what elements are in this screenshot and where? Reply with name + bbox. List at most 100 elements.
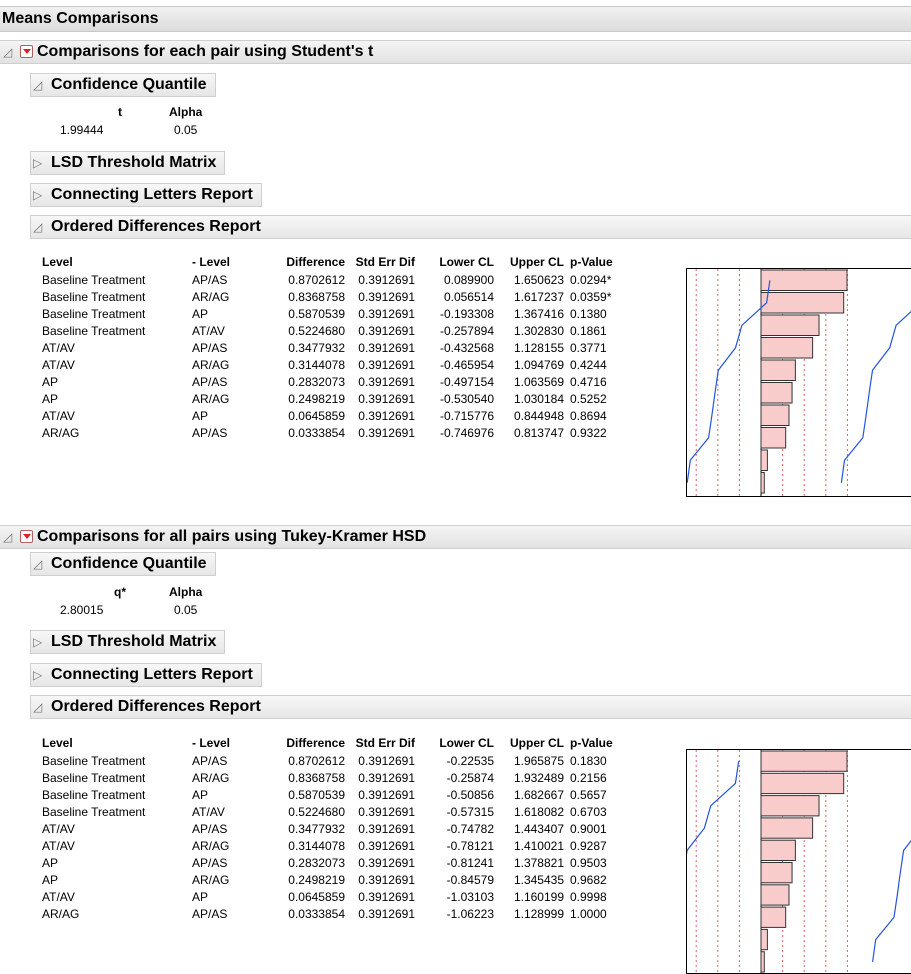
cell-std-err-dif: 0.3912691: [358, 770, 415, 785]
lsd-threshold-matrix-header[interactable]: ▷ LSD Threshold Matrix: [30, 630, 226, 654]
connecting-letters-title: Connecting Letters Report: [51, 186, 253, 203]
ordered-differences-header[interactable]: ◿ Ordered Differences Report: [30, 695, 911, 719]
table-row: AT/AV AP/AS 0.3477932 0.3912691 -0.432568 1.1…: [42, 339, 632, 356]
cell-upper-cl: 1.367416: [513, 306, 564, 321]
column-header-minus-level[interactable]: - Level: [192, 733, 259, 752]
difference-bar: [760, 839, 796, 861]
cell-lower-cl: -0.25874: [446, 770, 494, 785]
red-triangle-menu-icon[interactable]: [20, 530, 33, 543]
difference-bar: [760, 359, 796, 381]
cell-difference: 0.2832073: [288, 374, 345, 389]
expand-triangle-icon[interactable]: ▷: [33, 152, 42, 174]
cell-std-err-dif: 0.3912691: [358, 374, 415, 389]
column-header-lower-cl[interactable]: Lower CL: [415, 733, 494, 752]
cell-level: AT/AV: [42, 340, 75, 355]
confidence-quantile-title: Confidence Quantile: [51, 76, 207, 93]
cell-level: Baseline Treatment: [42, 272, 146, 287]
confidence-quantile-header[interactable]: ◿ Confidence Quantile: [30, 552, 216, 576]
red-triangle-menu-icon[interactable]: [20, 45, 33, 58]
cell-level: AP: [42, 391, 59, 406]
expand-triangle-icon[interactable]: ▷: [33, 631, 42, 653]
cell-lower-cl: -0.746976: [439, 425, 494, 440]
table-row: AP AP/AS 0.2832073 0.3912691 -0.497154 1.0635…: [42, 373, 632, 390]
cell-std-err-dif: 0.3912691: [358, 323, 415, 338]
cell-level: Baseline Treatment: [42, 787, 146, 802]
column-header-level[interactable]: Level: [42, 252, 192, 271]
column-header-std-err-dif[interactable]: Std Err Dif: [345, 252, 415, 271]
connecting-letters-header[interactable]: ▷ Connecting Letters Report: [30, 183, 262, 207]
column-header-difference[interactable]: Difference: [259, 252, 345, 271]
means-comparisons-title: Means Comparisons: [0, 6, 911, 32]
expand-triangle-icon[interactable]: ▷: [33, 184, 42, 206]
cell-upper-cl: 1.345435: [513, 872, 564, 887]
column-header-std-err-dif[interactable]: Std Err Dif: [345, 733, 415, 752]
collapse-triangle-icon[interactable]: ◿: [3, 41, 12, 63]
table-row: AP AR/AG 0.2498219 0.3912691 -0.530540 1.0301…: [42, 390, 632, 407]
ordered-differences-table: Level - Level Difference Std Err Dif Lower C…: [42, 252, 632, 441]
collapse-triangle-icon[interactable]: ◿: [33, 216, 42, 238]
column-header-lower-cl[interactable]: Lower CL: [415, 252, 494, 271]
cell-level: AR/AG: [42, 425, 80, 440]
lsd-threshold-matrix-header[interactable]: ▷ LSD Threshold Matrix: [30, 151, 226, 175]
cq-value-stat: 2.80015: [60, 603, 104, 617]
collapse-triangle-icon[interactable]: ◿: [33, 553, 42, 575]
cell-difference: 0.8368758: [288, 289, 345, 304]
cell-std-err-dif: 0.3912691: [358, 804, 415, 819]
expand-triangle-icon[interactable]: ▷: [33, 664, 42, 686]
cell-lower-cl: -0.530540: [439, 391, 494, 406]
cell-minus-level: AR/AG: [192, 872, 230, 887]
column-header-minus-level[interactable]: - Level: [192, 252, 259, 271]
cell-minus-level: AT/AV: [192, 804, 225, 819]
cell-std-err-dif: 0.3912691: [358, 391, 415, 406]
cell-p-value: 0.0359*: [570, 289, 612, 304]
section-student-t-header[interactable]: ◿ Comparisons for each pair using Studen…: [0, 40, 911, 64]
cell-lower-cl: -0.465954: [439, 357, 494, 372]
cell-level: AT/AV: [42, 821, 75, 836]
cell-std-err-dif: 0.3912691: [358, 855, 415, 870]
cell-upper-cl: 1.443407: [513, 821, 564, 836]
section-tukey-header[interactable]: ◿ Comparisons for all pairs using Tukey-…: [0, 525, 911, 549]
confidence-quantile-table: q* Alpha 2.80015 0.05: [0, 585, 300, 621]
cell-minus-level: AP/AS: [192, 906, 228, 921]
cell-p-value: 0.9001: [570, 821, 607, 836]
collapse-triangle-icon[interactable]: ◿: [3, 526, 12, 548]
collapse-triangle-icon[interactable]: ◿: [33, 696, 42, 718]
table-row: Baseline Treatment AR/AG 0.8368758 0.391269…: [42, 769, 632, 786]
table-row: AT/AV AP 0.0645859 0.3912691 -0.715776 0.8449…: [42, 407, 632, 424]
cell-std-err-dif: 0.3912691: [358, 357, 415, 372]
cell-upper-cl: 1.618082: [513, 804, 564, 819]
lsd-threshold-title: LSD Threshold Matrix: [51, 633, 217, 650]
cell-difference: 0.0645859: [288, 408, 345, 423]
cell-difference: 0.3144078: [288, 838, 345, 853]
table-row: Baseline Treatment AP 0.5870539 0.3912691 -0…: [42, 786, 632, 803]
table-row: Baseline Treatment AR/AG 0.8368758 0.391269…: [42, 288, 632, 305]
column-header-upper-cl[interactable]: Upper CL: [494, 733, 564, 752]
cell-level: Baseline Treatment: [42, 323, 146, 338]
collapse-triangle-icon[interactable]: ◿: [33, 74, 42, 96]
table-row: AR/AG AP/AS 0.0333854 0.3912691 -0.746976 0.8…: [42, 424, 632, 441]
connecting-letters-header[interactable]: ▷ Connecting Letters Report: [30, 663, 262, 687]
cell-level: Baseline Treatment: [42, 770, 146, 785]
column-header-level[interactable]: Level: [42, 733, 192, 752]
difference-bar: [760, 449, 768, 471]
cell-difference: 0.3477932: [288, 821, 345, 836]
cell-level: AR/AG: [42, 906, 80, 921]
cell-difference: 0.5870539: [288, 787, 345, 802]
cell-minus-level: AR/AG: [192, 770, 230, 785]
cell-lower-cl: -0.74782: [446, 821, 494, 836]
cell-difference: 0.2498219: [288, 872, 345, 887]
cell-p-value: 0.1861: [570, 323, 607, 338]
confidence-quantile-header[interactable]: ◿ Confidence Quantile: [30, 73, 216, 97]
column-header-p-value[interactable]: p-Value: [564, 252, 632, 271]
column-header-upper-cl[interactable]: Upper CL: [494, 252, 564, 271]
cell-minus-level: AT/AV: [192, 323, 225, 338]
cell-difference: 0.8702612: [288, 753, 345, 768]
difference-bar: [760, 795, 820, 817]
cell-upper-cl: 1.030184: [513, 391, 564, 406]
ordered-differences-header[interactable]: ◿ Ordered Differences Report: [30, 215, 911, 239]
column-header-p-value[interactable]: p-Value: [564, 733, 632, 752]
cell-difference: 0.5224680: [288, 804, 345, 819]
column-header-difference[interactable]: Difference: [259, 733, 345, 752]
cell-upper-cl: 0.844948: [513, 408, 564, 423]
lower-cl-line: [687, 761, 740, 856]
